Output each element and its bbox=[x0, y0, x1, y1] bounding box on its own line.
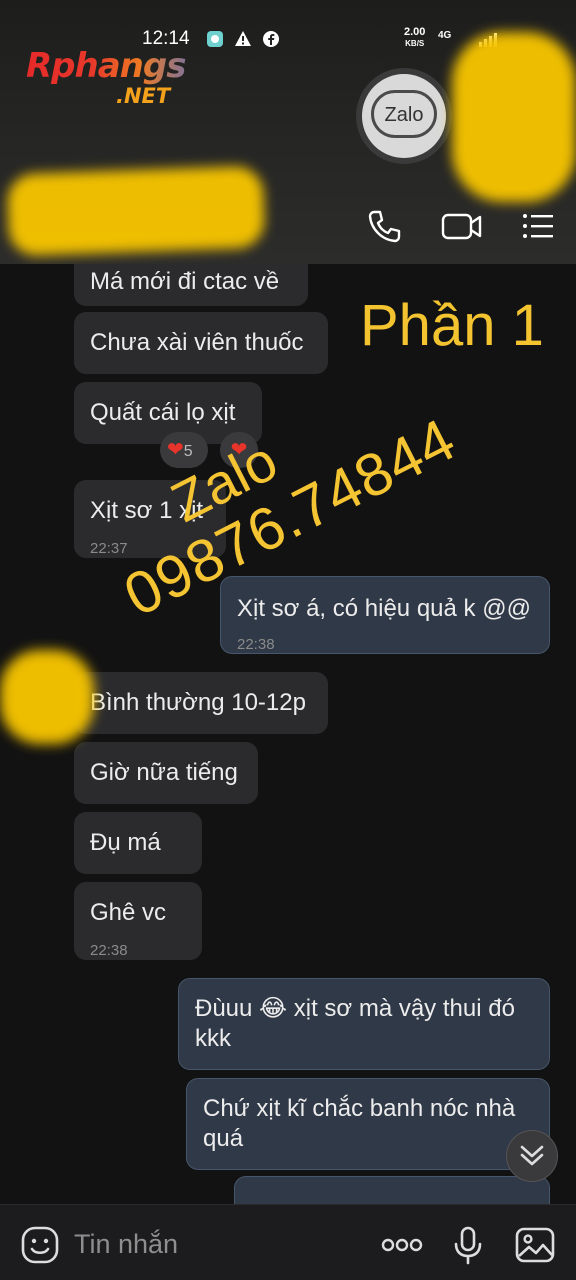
message-text: Xịt sơ 1 xịt bbox=[90, 497, 204, 524]
header-actions bbox=[0, 200, 576, 252]
reaction-summary[interactable]: ❤5 bbox=[160, 432, 208, 468]
chat-header: 12:14 2.00 KB/S 4G Rphangs .NET Zalo bbox=[0, 0, 576, 264]
message-input[interactable]: Tin nhắn bbox=[74, 1229, 178, 1260]
microphone-icon[interactable] bbox=[448, 1225, 488, 1265]
network-type: 4G bbox=[438, 30, 452, 41]
message-bubble[interactable]: Đùuu 😂 xịt sơ mà vậy thui đó kkk bbox=[178, 978, 550, 1070]
reaction-count: 5 bbox=[183, 443, 193, 460]
message-text: Chứ xịt kĩ chắc banh nóc nhà quá bbox=[203, 1095, 516, 1152]
scroll-to-bottom-button[interactable] bbox=[506, 1130, 558, 1182]
message-bubble[interactable]: Chứ xịt kĩ chắc banh nóc nhà quá bbox=[186, 1078, 550, 1170]
message-bubble[interactable]: Má mới đi ctac về bbox=[74, 264, 308, 306]
message-time: 22:37 bbox=[90, 540, 128, 557]
message-list[interactable]: Má mới đi ctac về Chưa xài viên thuốc Qu… bbox=[0, 264, 576, 1204]
heart-icon: ❤ bbox=[230, 439, 248, 461]
message-text: Quất cái lọ xịt bbox=[90, 399, 236, 426]
logo-tld: .NET bbox=[116, 84, 171, 108]
message-bubble[interactable]: Đụ má bbox=[74, 812, 202, 874]
site-watermark-logo: Rphangs .NET bbox=[26, 46, 216, 116]
heart-icon: ❤ bbox=[167, 439, 184, 461]
network-speed: 2.00 KB/S bbox=[404, 27, 425, 49]
warning-icon bbox=[235, 31, 251, 46]
message-bubble-partial[interactable] bbox=[234, 1176, 550, 1204]
message-text: Chưa xài viên thuốc bbox=[90, 329, 304, 356]
message-text: Đùuu 😂 xịt sơ mà vậy thui đó kkk bbox=[195, 995, 515, 1052]
facebook-icon bbox=[263, 31, 279, 47]
logo-brand: Rphangs bbox=[26, 46, 216, 86]
more-icon[interactable] bbox=[380, 1225, 424, 1265]
censor-blur-avatar bbox=[452, 32, 576, 202]
avatar-label: Zalo bbox=[384, 104, 424, 126]
section-label: Phần 1 bbox=[360, 293, 544, 358]
chevron-down-icon bbox=[520, 1145, 544, 1166]
message-text: Má mới đi ctac về bbox=[90, 268, 280, 295]
network-speed-value: 2.00 bbox=[404, 26, 426, 38]
message-text: Bình thường 10-12p bbox=[90, 689, 306, 716]
video-call-icon[interactable] bbox=[440, 206, 484, 246]
message-bubble[interactable]: Bình thường 10-12p bbox=[74, 672, 328, 734]
phone-icon[interactable] bbox=[364, 206, 404, 246]
message-time: 22:38 bbox=[237, 636, 275, 653]
message-text: Xịt sơ á, có hiệu quả k @@ bbox=[237, 595, 531, 622]
message-text: Ghê vc bbox=[90, 899, 167, 926]
censor-blur-left bbox=[0, 650, 94, 744]
message-bubble[interactable]: Ghê vc 22:38 bbox=[74, 882, 202, 960]
emoji-icon[interactable] bbox=[20, 1225, 60, 1265]
network-speed-unit: KB/S bbox=[405, 39, 425, 48]
menu-icon[interactable] bbox=[518, 206, 558, 246]
message-bubble[interactable]: Xịt sơ á, có hiệu quả k @@ 22:38 bbox=[220, 576, 550, 654]
contact-avatar[interactable]: Zalo bbox=[356, 68, 452, 164]
message-time: 22:38 bbox=[90, 942, 128, 959]
react-button[interactable]: ❤ bbox=[220, 432, 258, 468]
message-text: Đụ má bbox=[90, 829, 161, 856]
message-text: Giờ nữa tiếng bbox=[90, 759, 238, 786]
message-bubble[interactable]: Giờ nữa tiếng bbox=[74, 742, 258, 804]
message-bubble[interactable]: Xịt sơ 1 xịt 22:37 bbox=[74, 480, 226, 558]
message-composer: Tin nhắn bbox=[0, 1204, 576, 1280]
image-icon[interactable] bbox=[514, 1225, 556, 1265]
message-bubble[interactable]: Chưa xài viên thuốc bbox=[74, 312, 328, 374]
